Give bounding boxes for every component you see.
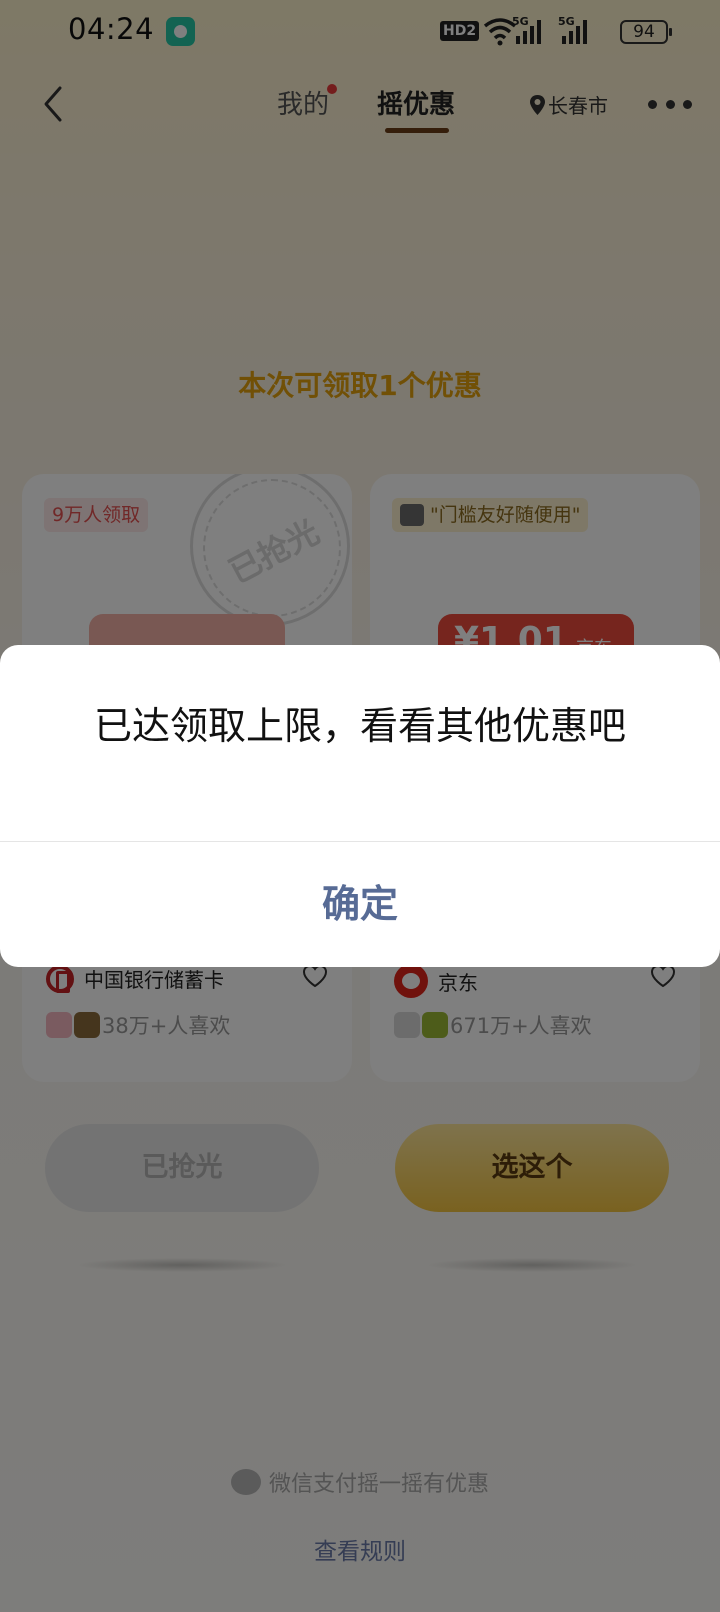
dialog-message: 已达领取上限，看看其他优惠吧 <box>93 704 626 748</box>
limit-reached-dialog: 已达领取上限，看看其他优惠吧 确定 <box>0 645 720 967</box>
confirm-button[interactable]: 确定 <box>0 842 720 967</box>
